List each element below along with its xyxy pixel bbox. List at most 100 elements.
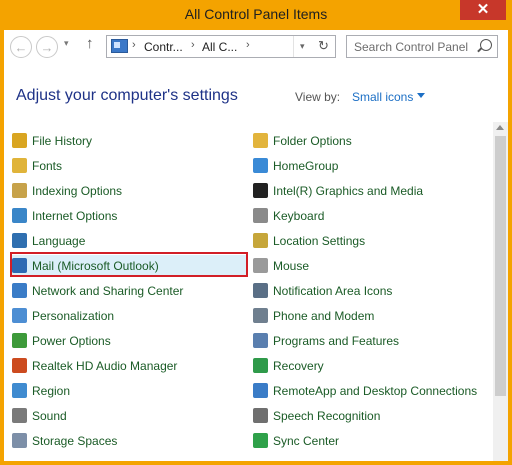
highlight-box xyxy=(10,252,248,277)
vertical-scrollbar[interactable] xyxy=(493,122,508,461)
item-label: Sync Center xyxy=(273,434,340,448)
view-by-dropdown[interactable]: Small icons xyxy=(352,90,413,104)
window-title: All Control Panel Items xyxy=(184,6,328,22)
control-panel-item[interactable]: Personalization xyxy=(12,305,248,327)
refresh-button[interactable]: ↻ xyxy=(318,38,329,54)
control-panel-item[interactable]: Indexing Options xyxy=(12,180,248,202)
control-panel-item[interactable]: Phone and Modem xyxy=(253,305,489,327)
item-label: Internet Options xyxy=(32,209,118,223)
search-icon[interactable] xyxy=(480,39,492,51)
control-panel-item[interactable]: Language xyxy=(12,230,248,252)
control-panel-item[interactable]: Network and Sharing Center xyxy=(12,280,248,302)
breadcrumb-separator: › xyxy=(132,39,136,51)
network-icon xyxy=(12,283,27,298)
control-panel-item[interactable]: Internet Options xyxy=(12,205,248,227)
breadcrumb-item[interactable]: Contr... xyxy=(144,40,183,54)
item-label: Location Settings xyxy=(273,234,366,248)
control-panel-item[interactable]: Recovery xyxy=(253,355,489,377)
location-settings-icon xyxy=(253,233,268,248)
item-label: Folder Options xyxy=(273,134,352,148)
item-label: Power Options xyxy=(32,334,111,348)
item-label: Mouse xyxy=(273,259,310,273)
internet-options-icon xyxy=(12,208,27,223)
control-panel-item[interactable]: Fonts xyxy=(12,155,248,177)
chevron-down-icon[interactable]: ▾ xyxy=(300,41,305,52)
control-panel-item[interactable]: Speech Recognition xyxy=(253,405,489,427)
item-label: HomeGroup xyxy=(273,159,339,173)
item-label: Personalization xyxy=(32,309,115,323)
control-panel-item[interactable]: File History xyxy=(12,130,248,152)
item-label: Storage Spaces xyxy=(32,434,118,448)
storage-spaces-icon xyxy=(12,433,27,448)
search-input[interactable]: Search Control Panel xyxy=(346,35,498,58)
client-area: ← → ▾ ↑ › Contr... › All C... › ▾ ↻ Sear… xyxy=(4,30,508,461)
control-panel-item[interactable]: Location Settings xyxy=(253,230,489,252)
fonts-icon xyxy=(12,158,27,173)
control-panel-item[interactable]: Storage Spaces xyxy=(12,430,248,452)
item-label: Indexing Options xyxy=(32,184,123,198)
control-panel-item[interactable]: Intel(R) Graphics and Media xyxy=(253,180,489,202)
item-label: Sound xyxy=(32,409,67,423)
control-panel-item[interactable]: Realtek HD Audio Manager xyxy=(12,355,248,377)
sync-center-icon xyxy=(253,433,268,448)
item-label: Programs and Features xyxy=(273,334,400,348)
item-label: Fonts xyxy=(32,159,63,173)
intel-graphics-icon xyxy=(253,183,268,198)
item-label: Language xyxy=(32,234,86,248)
breadcrumb-separator: › xyxy=(191,39,195,51)
control-panel-item[interactable]: Region xyxy=(12,380,248,402)
breadcrumb-separator: › xyxy=(246,39,250,51)
control-panel-item[interactable]: Sound xyxy=(12,405,248,427)
control-panel-item[interactable]: HomeGroup xyxy=(253,155,489,177)
view-by-label: View by: xyxy=(295,90,341,104)
search-placeholder: Search Control Panel xyxy=(354,40,469,54)
power-options-icon xyxy=(12,333,27,348)
item-label: Phone and Modem xyxy=(273,309,375,323)
notification-area-icon xyxy=(253,283,268,298)
forward-button[interactable]: → xyxy=(36,36,58,58)
item-label: RemoteApp and Desktop Connections xyxy=(273,384,478,398)
item-label: Region xyxy=(32,384,71,398)
control-panel-item[interactable]: Notification Area Icons xyxy=(253,280,489,302)
item-label: Recovery xyxy=(273,359,324,373)
folder-options-icon xyxy=(253,133,268,148)
file-history-icon xyxy=(12,133,27,148)
close-button[interactable]: ✕ xyxy=(460,0,506,20)
control-panel-icon xyxy=(111,39,128,53)
control-panel-item[interactable]: Folder Options xyxy=(253,130,489,152)
realtek-audio-icon xyxy=(12,358,27,373)
control-panel-item[interactable]: Programs and Features xyxy=(253,330,489,352)
page-title: Adjust your computer's settings xyxy=(16,87,238,104)
item-label: Notification Area Icons xyxy=(273,284,393,298)
address-bar[interactable]: › Contr... › All C... › ▾ ↻ xyxy=(106,35,336,58)
language-icon xyxy=(12,233,27,248)
remoteapp-icon xyxy=(253,383,268,398)
control-panel-item[interactable]: RemoteApp and Desktop Connections xyxy=(253,380,489,402)
homegroup-icon xyxy=(253,158,268,173)
item-label: Speech Recognition xyxy=(273,409,381,423)
speech-recognition-icon xyxy=(253,408,268,423)
control-panel-item[interactable]: Power Options xyxy=(12,330,248,352)
navigation-bar: ← → ▾ ↑ › Contr... › All C... › ▾ ↻ Sear… xyxy=(4,30,508,64)
mouse-icon xyxy=(253,258,268,273)
item-label: File History xyxy=(32,134,93,148)
control-panel-item[interactable]: Sync Center xyxy=(253,430,489,452)
breadcrumb-item[interactable]: All C... xyxy=(202,40,237,54)
sound-icon xyxy=(12,408,27,423)
control-panel-item[interactable]: Keyboard xyxy=(253,205,489,227)
indexing-options-icon xyxy=(12,183,27,198)
scroll-up-icon[interactable] xyxy=(496,125,504,130)
recent-locations-dropdown[interactable]: ▾ xyxy=(64,38,69,49)
item-label: Realtek HD Audio Manager xyxy=(32,359,178,373)
window-frame: All Control Panel Items ✕ ← → ▾ ↑ › Cont… xyxy=(0,0,512,465)
chevron-down-icon[interactable] xyxy=(417,93,425,98)
title-bar[interactable]: All Control Panel Items ✕ xyxy=(0,0,512,30)
scrollbar-thumb[interactable] xyxy=(495,136,506,396)
recovery-icon xyxy=(253,358,268,373)
programs-features-icon xyxy=(253,333,268,348)
control-panel-item[interactable]: Mouse xyxy=(253,255,489,277)
back-button[interactable]: ← xyxy=(10,36,32,58)
item-label: Network and Sharing Center xyxy=(32,284,184,298)
up-button[interactable]: ↑ xyxy=(86,35,94,52)
address-divider xyxy=(293,36,294,57)
